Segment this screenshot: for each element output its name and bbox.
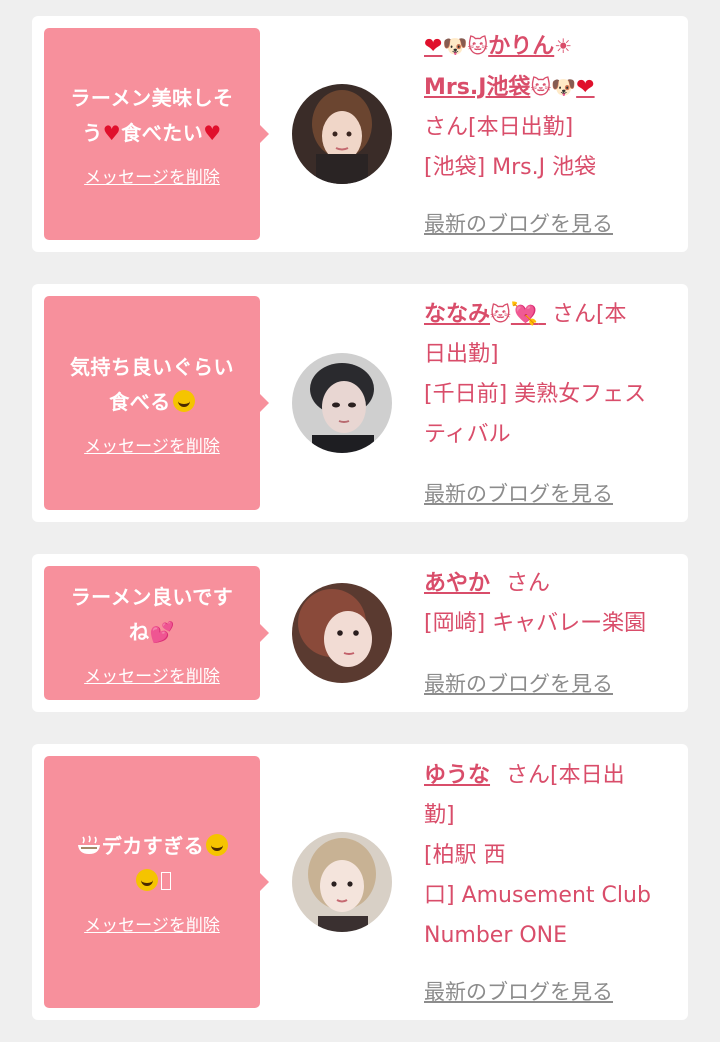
girl-info: ❤🐶🐱かりん☀ Mrs.J池袋🐱🐶❤ さん[本日出勤] [池袋] Mrs.J 池… — [424, 26, 674, 188]
shop-name: [柏駅 西 — [424, 843, 506, 868]
dog-icon: 🐶 — [442, 34, 468, 58]
heart-icon: ❤ — [576, 75, 595, 100]
message-text: 気持ち良いぐらい 食べる — [70, 354, 234, 414]
girl-name-link[interactable]: あやか — [424, 571, 490, 596]
avatar[interactable] — [292, 84, 392, 184]
unknown-glyph-icon — [160, 871, 171, 890]
message-text: デカすぎる — [76, 829, 229, 899]
delete-message-link[interactable]: メッセージを削除 — [84, 911, 220, 936]
heart-icon: 💘 — [510, 302, 539, 327]
dog-icon: 🐶 — [551, 75, 577, 99]
status-text: さん[本日出勤] — [424, 115, 574, 140]
two-hearts-icon: 💕 — [149, 619, 175, 644]
heart-icon: ❤ — [424, 34, 443, 59]
girl-name-link[interactable]: ななみ🐱💘 — [424, 302, 546, 327]
avatar[interactable] — [292, 353, 392, 453]
message-text: ラーメン美味しそ う♥食べたい♥ — [70, 85, 234, 145]
girl-info: あやか さん [岡崎] キャバレー楽園 — [424, 564, 674, 644]
latest-blog-link[interactable]: 最新のブログを見る — [424, 668, 613, 698]
latest-blog-link[interactable]: 最新のブログを見る — [424, 478, 613, 508]
latest-blog-link[interactable]: 最新のブログを見る — [424, 976, 613, 1006]
shop-name: [千日前] 美熟女フェス — [424, 382, 647, 407]
message-text: ラーメン良いです ね💕 — [70, 584, 234, 644]
message-bubble: ラーメン良いです ね💕 メッセージを削除 — [44, 566, 269, 700]
message-bubble: デカすぎる メッセージを削除 — [44, 756, 269, 1008]
avatar[interactable] — [292, 832, 392, 932]
cat-icon: 🐱 — [530, 75, 552, 99]
cat-icon: 🐱 — [490, 302, 511, 326]
delete-message-link[interactable]: メッセージを削除 — [84, 662, 220, 687]
girl-name-link[interactable]: ❤🐶🐱かりん☀ Mrs.J池袋🐱🐶❤ — [424, 34, 595, 100]
latest-blog-link[interactable]: 最新のブログを見る — [424, 208, 613, 238]
heart-icon: ♥ — [203, 120, 222, 145]
delete-message-link[interactable]: メッセージを削除 — [84, 432, 220, 457]
avatar[interactable] — [292, 583, 392, 683]
message-card: ラーメン良いです ね💕 メッセージを削除 あやか さん [岡崎] キャバレー楽園 … — [32, 554, 688, 712]
shop-name: [池袋] Mrs.J 池袋 — [424, 155, 597, 180]
delete-message-link[interactable]: メッセージを削除 — [84, 163, 220, 188]
message-card: ラーメン美味しそ う♥食べたい♥ メッセージを削除 ❤🐶🐱かりん☀ Mrs.J池… — [32, 16, 688, 252]
laughing-face-icon — [172, 389, 195, 412]
sun-icon: ☀ — [554, 34, 573, 58]
ramen-bowl-icon — [77, 835, 100, 854]
laughing-face-icon — [135, 868, 158, 891]
message-bubble: 気持ち良いぐらい 食べる メッセージを削除 — [44, 296, 269, 510]
heart-icon: ♥ — [102, 120, 122, 145]
girl-info: ゆうな さん[本日出 勤] [柏駅 西 口] Amusement Club Num… — [424, 756, 674, 956]
laughing-face-icon — [206, 833, 229, 856]
shop-name: [岡崎] キャバレー楽園 — [424, 611, 647, 636]
girl-info: ななみ🐱💘 さん[本 日出勤] [千日前] 美熟女フェス ティバル — [424, 294, 674, 455]
cat-icon: 🐱 — [467, 34, 489, 58]
message-card: デカすぎる メッセージを削除 ゆうな さん[本日出 勤] [柏駅 西 口] Amu… — [32, 744, 688, 1020]
girl-name-link[interactable]: ゆうな — [424, 763, 490, 788]
message-bubble: ラーメン美味しそ う♥食べたい♥ メッセージを削除 — [44, 28, 269, 240]
message-card: 気持ち良いぐらい 食べる メッセージを削除 ななみ🐱💘 さん[本 日出勤] [千… — [32, 284, 688, 522]
